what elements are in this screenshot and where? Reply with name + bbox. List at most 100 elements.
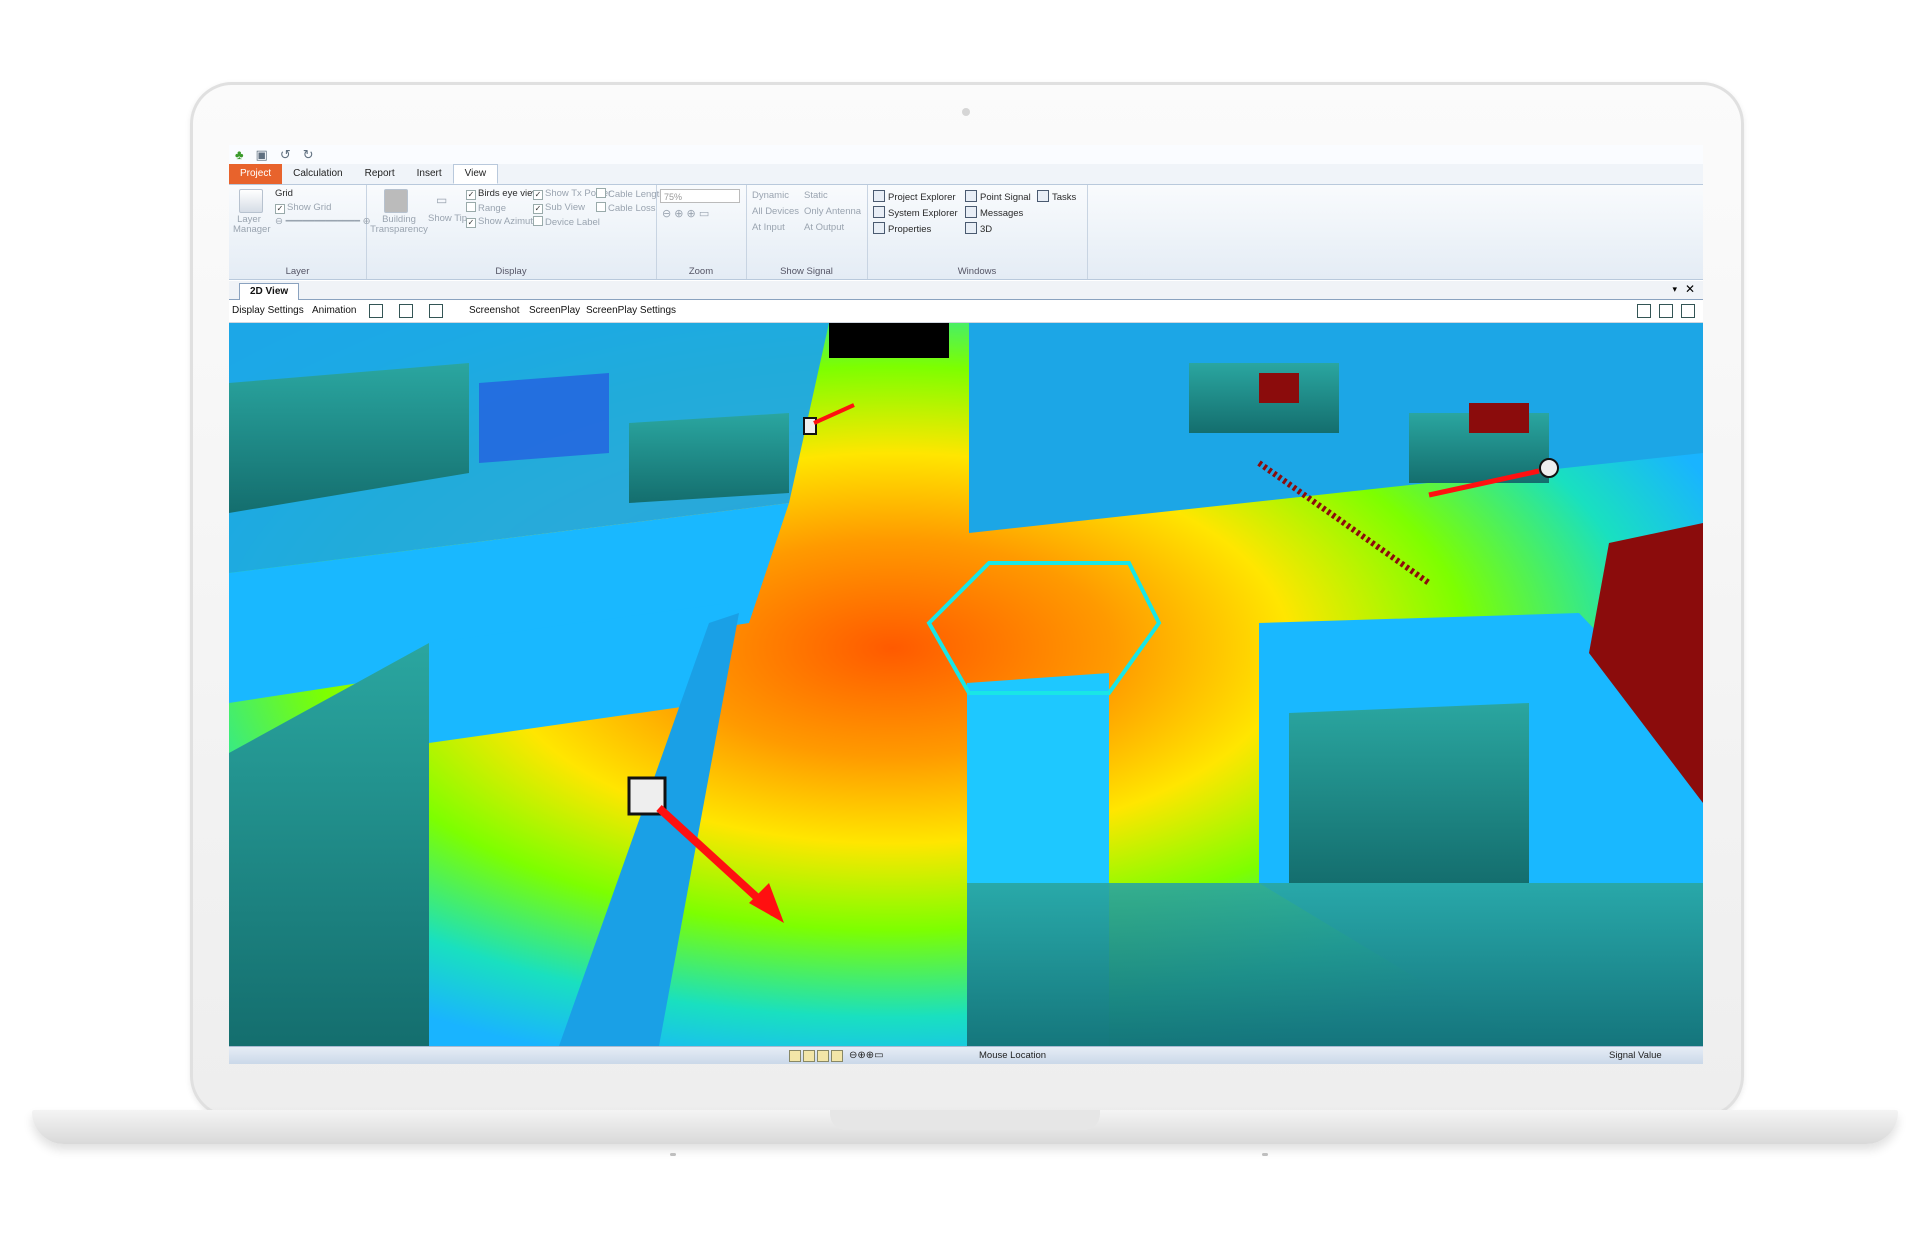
all-devices-option[interactable]: All Devices — [752, 206, 799, 217]
project-explorer-label: Project Explorer — [888, 192, 956, 203]
wall — [967, 883, 1703, 1046]
point-signal-icon — [965, 190, 977, 202]
display-group-label: Display — [495, 266, 527, 277]
display-group: Building Transparency ▭ Show Tip ✓ Birds … — [366, 185, 665, 279]
windows-group: Project Explorer System Explorer Propert… — [867, 185, 1088, 279]
project-explorer-icon — [873, 190, 885, 202]
tab-view[interactable]: View — [452, 164, 499, 184]
fit-view-icon[interactable] — [369, 304, 383, 318]
building-transparency-button[interactable]: Building Transparency — [370, 215, 428, 235]
tab-dropdown-icon[interactable]: ▾ — [1672, 284, 1677, 295]
properties-button[interactable]: Properties — [873, 222, 931, 235]
app-logo-icon[interactable]: ♣ — [235, 148, 244, 161]
expand-icon[interactable] — [1637, 304, 1651, 318]
tab-project[interactable]: Project — [229, 164, 283, 184]
3d-heatmap-viewport[interactable] — [229, 323, 1703, 1046]
layer-manager-icon[interactable] — [239, 189, 263, 213]
screenplay-settings-button[interactable]: ScreenPlay Settings — [586, 305, 676, 316]
only-antenna-option[interactable]: Only Antenna — [804, 206, 861, 217]
building-transparency-icon[interactable] — [384, 189, 408, 213]
range-checkbox[interactable]: Range — [466, 202, 506, 214]
building-block — [479, 373, 609, 463]
laptop-foot — [1262, 1153, 1268, 1156]
ribbon: Layer Manager Grid ✓ Show Grid ⊖ ━━━━━━━━… — [229, 185, 1703, 280]
layout-icon[interactable] — [429, 304, 443, 318]
status-bar: ⊖⊕⊕▭ Mouse Location Signal Value — [229, 1046, 1703, 1064]
camera-icon — [962, 108, 970, 116]
dynamic-option[interactable]: Dynamic — [752, 190, 789, 201]
screenshot-button[interactable]: Screenshot — [469, 305, 520, 316]
messages-button[interactable]: Messages — [965, 206, 1023, 219]
at-input-option[interactable]: At Input — [752, 222, 785, 233]
3d-icon — [965, 222, 977, 234]
laptop-foot — [670, 1153, 676, 1156]
windows-group-label: Windows — [957, 266, 997, 277]
close-icon[interactable]: ✕ — [1685, 282, 1695, 296]
redo-icon[interactable]: ↻ — [303, 148, 314, 161]
device-label-label: Device Label — [545, 217, 600, 228]
3d-button[interactable]: 3D — [965, 222, 992, 235]
birds-eye-view-checkbox[interactable]: ✓ Birds eye view — [466, 188, 539, 200]
hot-zone — [1259, 373, 1299, 403]
grid-slider[interactable]: ⊖ ━━━━━━━━━━━━━ ⊕ — [275, 216, 371, 227]
status-tool-icon[interactable] — [789, 1050, 801, 1062]
save-icon[interactable]: ▣ — [256, 148, 268, 161]
show-tip-icon[interactable]: ▭ — [436, 193, 447, 207]
tab-2d-view[interactable]: 2D View — [239, 283, 300, 300]
sub-view-checkbox[interactable]: ✓ Sub View — [533, 202, 585, 214]
device-label-checkbox[interactable]: Device Label — [533, 216, 600, 228]
point-signal-button[interactable]: Point Signal — [965, 190, 1031, 203]
system-explorer-button[interactable]: System Explorer — [873, 206, 958, 219]
maximize-icon[interactable] — [1681, 304, 1695, 318]
wall — [629, 413, 789, 503]
show-tip-button[interactable]: Show Tip — [428, 213, 467, 224]
undo-icon[interactable]: ↺ — [280, 148, 291, 161]
properties-label: Properties — [888, 224, 932, 235]
tab-report[interactable]: Report — [354, 164, 406, 184]
zoom-tools-icon[interactable]: ⊖⊕⊕▭ — [849, 1050, 884, 1061]
show-grid-checkbox[interactable]: ✓ Show Grid — [275, 202, 331, 214]
point-signal-label: Point Signal — [980, 192, 1031, 203]
cable-loss-checkbox[interactable]: Cable Loss — [596, 202, 656, 214]
laptop-notch — [830, 1110, 1100, 1130]
tasks-button[interactable]: Tasks — [1037, 190, 1076, 203]
show-azimuth-label: Show Azimuth — [478, 216, 539, 227]
screenplay-button[interactable]: ScreenPlay — [529, 305, 580, 316]
antenna-device-icon[interactable] — [1539, 458, 1559, 478]
cable-loss-label: Cable Loss — [608, 203, 656, 214]
status-tool-icon[interactable] — [803, 1050, 815, 1062]
show-azimuth-checkbox[interactable]: ✓ Show Azimuth — [466, 216, 538, 228]
show-signal-group-label: Show Signal — [780, 266, 833, 277]
messages-icon — [965, 206, 977, 218]
zoom-buttons[interactable]: ⊖ ⊕ ⊕ ▭ — [662, 207, 709, 220]
zoom-select[interactable]: 75% — [660, 189, 740, 203]
system-explorer-icon — [873, 206, 885, 218]
cable-length-checkbox[interactable]: Cable Length — [596, 188, 665, 200]
collapse-icon[interactable] — [1659, 304, 1673, 318]
3d-label: 3D — [980, 224, 993, 235]
status-tool-icon[interactable] — [831, 1050, 843, 1062]
hot-zone — [1469, 403, 1529, 433]
void-area — [829, 323, 949, 358]
zoom-group: 75% ⊖ ⊕ ⊕ ▭ Zoom — [656, 185, 747, 279]
tab-insert[interactable]: Insert — [406, 164, 453, 184]
frame-icon[interactable] — [399, 304, 413, 318]
tab-calculation[interactable]: Calculation — [282, 164, 353, 184]
show-signal-group: Dynamic All Devices At Input Static Only… — [746, 185, 868, 279]
tasks-label: Tasks — [1052, 192, 1077, 203]
layer-manager-button[interactable]: Layer Manager — [233, 215, 271, 235]
status-tool-icon[interactable] — [817, 1050, 829, 1062]
show-grid-label: Show Grid — [287, 202, 332, 213]
static-option[interactable]: Static — [804, 190, 828, 201]
at-output-option[interactable]: At Output — [804, 222, 844, 233]
properties-icon — [873, 222, 885, 234]
mouse-location-label: Mouse Location — [979, 1050, 1047, 1061]
app-window: ♣ ▣ ↺ ↻ Project Calculation Report Inser… — [229, 145, 1703, 1064]
layer-group: Layer Manager Grid ✓ Show Grid ⊖ ━━━━━━━━… — [229, 185, 371, 279]
project-explorer-button[interactable]: Project Explorer — [873, 190, 956, 203]
grid-label: Grid — [275, 188, 293, 199]
display-settings-button[interactable]: Display Settings — [232, 305, 304, 316]
ribbon-tabs: Project Calculation Report Insert View — [229, 164, 1703, 185]
antenna-device-icon[interactable] — [803, 417, 817, 435]
animation-button[interactable]: Animation — [312, 305, 356, 316]
